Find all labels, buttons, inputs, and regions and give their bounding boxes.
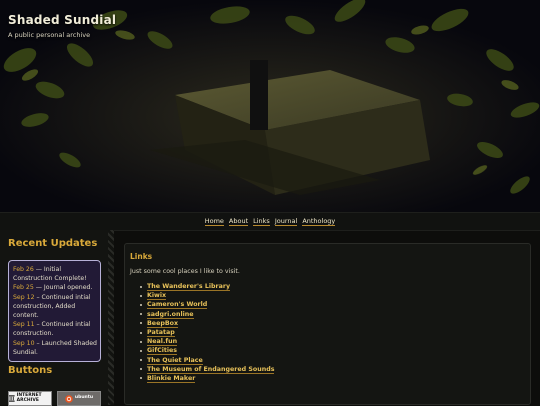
link-beepbox[interactable]: BeepBox: [147, 319, 179, 328]
list-item: Kiwix: [140, 291, 525, 301]
link-museum-endangered-sounds[interactable]: The Museum of Endangered Sounds: [147, 365, 275, 374]
recent-updates-box[interactable]: Feb 26 — Initial Construction Complete! …: [8, 260, 101, 362]
link-camerons-world[interactable]: Cameron's World: [147, 301, 208, 310]
list-item: BeepBox: [140, 319, 525, 328]
update-item: Feb 26 — Initial Construction Complete!: [13, 265, 97, 283]
site-title[interactable]: Shaded Sundial: [8, 13, 116, 27]
hero-banner: Shaded Sundial A public personal archive: [0, 0, 540, 212]
list-item: sadgri.online: [140, 310, 525, 319]
update-item: Sep 11 – Continued intial construction.: [13, 320, 97, 338]
badge-row: INTERNET ARCHIVE ubuntu: [8, 391, 101, 406]
links-panel: Links Just some cool places I like to vi…: [124, 243, 531, 405]
update-item: Feb 25 — Journal opened.: [13, 283, 97, 292]
list-item: The Wanderer's Library: [140, 282, 525, 291]
intro-text: Just some cool places I like to visit.: [130, 268, 240, 275]
update-date: Sep 10: [13, 339, 35, 347]
list-item: Cameron's World: [140, 300, 525, 310]
update-text: — Journal opened.: [33, 284, 93, 292]
list-item: The Museum of Endangered Sounds: [140, 365, 525, 374]
list-item: Blinkie Maker: [140, 374, 525, 383]
list-item: GifCities: [140, 346, 525, 356]
nav-anthology-link[interactable]: Anthology: [302, 217, 336, 226]
nav-links-link[interactable]: Links: [253, 217, 270, 226]
update-date: Sep 12: [13, 293, 35, 301]
link-sadgri-online[interactable]: sadgri.online: [147, 310, 194, 319]
link-neal-fun[interactable]: Neal.fun: [147, 338, 178, 347]
update-date: Feb 25: [13, 284, 34, 292]
ubuntu-badge[interactable]: ubuntu: [57, 391, 101, 406]
nav-home-link[interactable]: Home: [204, 217, 224, 226]
buttons-heading: Buttons: [8, 365, 53, 376]
sidebar: Recent Updates Feb 26 — Initial Construc…: [0, 230, 108, 405]
list-item: Neal.fun: [140, 337, 525, 347]
nav-journal-link[interactable]: Journal: [274, 217, 298, 226]
archive-building-icon: [9, 395, 15, 402]
recent-updates-heading: Recent Updates: [8, 238, 98, 249]
internet-archive-badge[interactable]: INTERNET ARCHIVE: [8, 391, 52, 406]
site-tagline: A public personal archive: [8, 31, 91, 39]
update-item: Sep 10 – Launched Shaded Sundial.: [13, 339, 97, 357]
main-nav: Home About Links Journal Anthology: [0, 212, 540, 231]
link-blinkie-maker[interactable]: Blinkie Maker: [147, 374, 196, 383]
ubuntu-label: ubuntu: [74, 395, 94, 401]
link-quiet-place[interactable]: The Quiet Place: [147, 356, 203, 365]
list-item: The Quiet Place: [140, 356, 525, 365]
link-gifcities[interactable]: GifCities: [147, 347, 178, 356]
internet-archive-label: INTERNET ARCHIVE: [16, 392, 42, 403]
ubuntu-logo-icon: [65, 394, 73, 403]
links-list: The Wanderer's Library Kiwix Cameron's W…: [130, 282, 525, 383]
page-heading: Links: [130, 252, 153, 261]
update-date: Sep 11: [13, 321, 35, 329]
link-wanderers-library[interactable]: The Wanderer's Library: [147, 283, 231, 291]
list-item: Patatap: [140, 328, 525, 337]
nav-about-link[interactable]: About: [228, 217, 249, 226]
sidebar-divider: [108, 230, 114, 405]
update-date: Feb 26: [13, 266, 34, 273]
link-patatap[interactable]: Patatap: [147, 328, 175, 337]
link-kiwix[interactable]: Kiwix: [147, 292, 167, 301]
update-item: Sep 12 – Continued intial construction, …: [13, 293, 97, 321]
